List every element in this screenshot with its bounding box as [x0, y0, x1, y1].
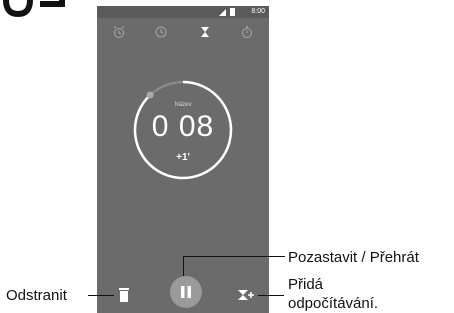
hourglass-icon[interactable] [197, 24, 213, 40]
partial-app-icon [3, 0, 65, 18]
signal-battery-icons [219, 8, 235, 16]
callout-delete: Odstranit [6, 287, 67, 304]
trash-icon[interactable] [117, 287, 131, 303]
callout-line-pause-vertical [183, 256, 184, 276]
pause-play-button[interactable] [170, 276, 202, 308]
timer-dial: Název 0 08 +1' [131, 78, 235, 182]
callout-add-line1: Přidá [288, 276, 324, 293]
stopwatch-icon[interactable] [239, 24, 255, 40]
callout-pause-play: Pozastavit / Přehrát [288, 249, 419, 266]
tab-bar [97, 22, 269, 42]
timer-name-label[interactable]: Název [131, 102, 235, 108]
clock-icon[interactable] [153, 24, 169, 40]
callout-line-delete [88, 295, 114, 296]
callout-add-line2: odpočítávání. [288, 295, 379, 312]
alarm-clock-icon[interactable] [111, 24, 127, 40]
pause-icon [181, 286, 191, 298]
status-time: 8:00 [251, 8, 265, 15]
add-minute-button[interactable]: +1' [131, 152, 235, 163]
status-bar: 8:00 [97, 6, 269, 18]
callout-line-add [258, 295, 284, 296]
add-timer-icon[interactable] [237, 287, 255, 303]
timer-value: 0 08 [151, 110, 215, 143]
callout-line-pause-horizontal [183, 256, 285, 257]
